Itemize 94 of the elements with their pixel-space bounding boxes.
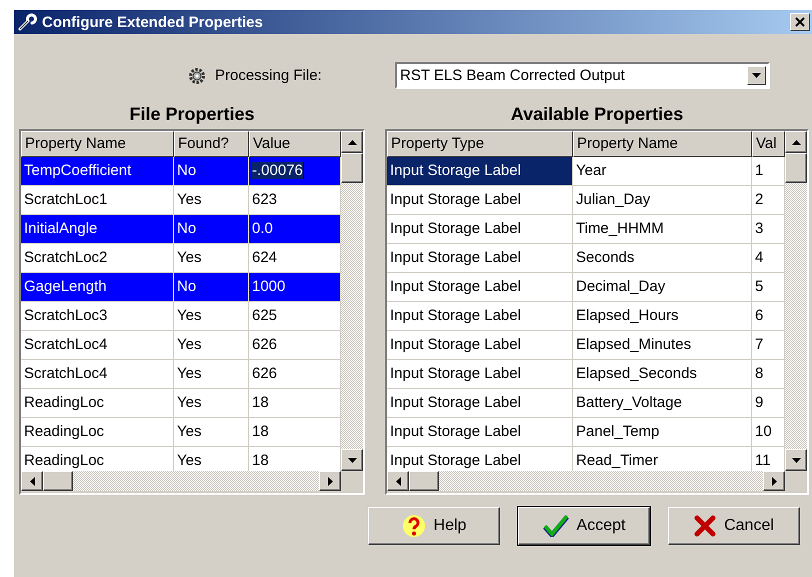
processing-file-dropdown[interactable]: RST ELS Beam Corrected Output bbox=[395, 62, 770, 89]
table-row[interactable]: ScratchLoc3 Yes 625 bbox=[21, 302, 341, 331]
table-cell: Time_HHMM bbox=[573, 215, 752, 243]
scroll-right-button[interactable] bbox=[763, 471, 785, 491]
scroll-right-button[interactable] bbox=[319, 471, 341, 491]
up-arrow-icon bbox=[348, 140, 356, 144]
table-cell[interactable]: 1000 bbox=[249, 273, 341, 301]
table-cell: ReadingLoc bbox=[21, 389, 174, 417]
table-cell[interactable]: -.00076 bbox=[249, 157, 341, 185]
table-cell: Panel_Temp bbox=[573, 418, 752, 446]
table-cell: Year bbox=[573, 157, 752, 185]
column-header[interactable]: Property Name bbox=[21, 131, 174, 157]
right-arrow-icon bbox=[772, 476, 776, 486]
scroll-up-button[interactable] bbox=[785, 131, 807, 153]
table-cell: Input Storage Label bbox=[387, 215, 573, 243]
scroll-down-button[interactable] bbox=[341, 449, 363, 471]
scroll-thumb[interactable] bbox=[785, 153, 807, 183]
column-header[interactable]: Val bbox=[752, 131, 785, 157]
down-arrow-icon bbox=[752, 73, 761, 78]
column-header[interactable]: Property Name bbox=[573, 131, 752, 157]
table-cell: Input Storage Label bbox=[387, 302, 573, 330]
table-cell: Yes bbox=[174, 418, 249, 446]
accept-button[interactable]: Accept bbox=[518, 507, 650, 545]
right-arrow-icon bbox=[328, 476, 332, 486]
table-row[interactable]: TempCoefficient No -.00076 bbox=[21, 157, 341, 186]
table-row[interactable]: InitialAngle No 0.0 bbox=[21, 215, 341, 244]
table-cell: TempCoefficient bbox=[21, 157, 174, 185]
field-label: Processing File: bbox=[215, 67, 323, 84]
section-title: File Properties bbox=[129, 104, 255, 125]
column-header[interactable]: Value bbox=[249, 131, 341, 157]
left-arrow-icon bbox=[30, 476, 34, 486]
table-row[interactable]: ReadingLoc Yes 18 bbox=[21, 389, 341, 418]
close-icon bbox=[795, 17, 805, 27]
table-cell: Yes bbox=[174, 186, 249, 214]
table-cell: ScratchLoc2 bbox=[21, 244, 174, 272]
table-cell: InitialAngle bbox=[21, 215, 174, 243]
scroll-down-button[interactable] bbox=[785, 449, 807, 471]
table-cell: Input Storage Label bbox=[387, 389, 573, 417]
gear-icon bbox=[187, 66, 207, 86]
up-arrow-icon bbox=[792, 140, 800, 144]
x-icon bbox=[694, 515, 716, 537]
table-row[interactable]: ReadingLoc Yes 18 bbox=[21, 418, 341, 447]
table-cell: No bbox=[174, 273, 249, 301]
checkmark-icon bbox=[542, 515, 569, 537]
scroll-thumb[interactable] bbox=[409, 471, 439, 491]
table-cell: Yes bbox=[174, 331, 249, 359]
table-cell: Elapsed_Hours bbox=[573, 302, 752, 330]
table-cell: Elapsed_Seconds bbox=[573, 360, 752, 388]
table-cell: Yes bbox=[174, 360, 249, 388]
scroll-left-button[interactable] bbox=[21, 471, 43, 491]
section-title: Available Properties bbox=[510, 104, 684, 125]
table-cell: ReadingLoc bbox=[21, 418, 174, 446]
table-cell: ScratchLoc3 bbox=[21, 302, 174, 330]
column-header[interactable]: Found? bbox=[174, 131, 249, 157]
table-cell[interactable]: 0.0 bbox=[249, 215, 341, 243]
left-arrow-icon bbox=[396, 476, 400, 486]
column-header[interactable]: Property Type bbox=[387, 131, 573, 157]
table-row[interactable]: ScratchLoc4 Yes 626 bbox=[21, 360, 341, 389]
table-cell: GageLength bbox=[21, 273, 174, 301]
table-cell: Input Storage Label bbox=[387, 186, 573, 214]
cancel-button[interactable]: Cancel bbox=[668, 507, 800, 545]
table-cell: Battery_Voltage bbox=[573, 389, 752, 417]
table-cell: ScratchLoc1 bbox=[21, 186, 174, 214]
down-arrow-icon bbox=[792, 458, 800, 462]
scroll-left-button[interactable] bbox=[387, 471, 409, 491]
table-row[interactable]: ScratchLoc4 Yes 626 bbox=[21, 331, 341, 360]
help-icon bbox=[402, 514, 426, 538]
table-cell: Input Storage Label bbox=[387, 273, 573, 301]
scroll-up-button[interactable] bbox=[341, 131, 363, 153]
table-row[interactable]: GageLength No 1000 bbox=[21, 273, 341, 302]
table-cell: ScratchLoc4 bbox=[21, 331, 174, 359]
help-button[interactable]: Help bbox=[368, 507, 500, 545]
table-cell: Yes bbox=[174, 389, 249, 417]
table-cell: ScratchLoc4 bbox=[21, 360, 174, 388]
table-cell: Yes bbox=[174, 244, 249, 272]
table-cell: Seconds bbox=[573, 244, 752, 272]
wrench-icon bbox=[18, 13, 38, 31]
close-button[interactable] bbox=[790, 13, 810, 31]
dropdown-button[interactable] bbox=[747, 66, 766, 85]
table-cell: No bbox=[174, 215, 249, 243]
table-cell: Decimal_Day bbox=[573, 273, 752, 301]
scroll-thumb[interactable] bbox=[43, 471, 73, 491]
scroll-thumb[interactable] bbox=[341, 153, 363, 183]
table-cell: Input Storage Label bbox=[387, 418, 573, 446]
table-cell: No bbox=[174, 157, 249, 185]
window-title: Configure Extended Properties bbox=[42, 14, 264, 30]
down-arrow-icon bbox=[348, 458, 356, 462]
table-cell: Input Storage Label bbox=[387, 331, 573, 359]
table-cell: Input Storage Label bbox=[387, 157, 573, 185]
table-cell: Yes bbox=[174, 302, 249, 330]
table-cell: Julian_Day bbox=[573, 186, 752, 214]
table-cell: Elapsed_Minutes bbox=[573, 331, 752, 359]
table-cell: Input Storage Label bbox=[387, 360, 573, 388]
table-cell: Input Storage Label bbox=[387, 244, 573, 272]
